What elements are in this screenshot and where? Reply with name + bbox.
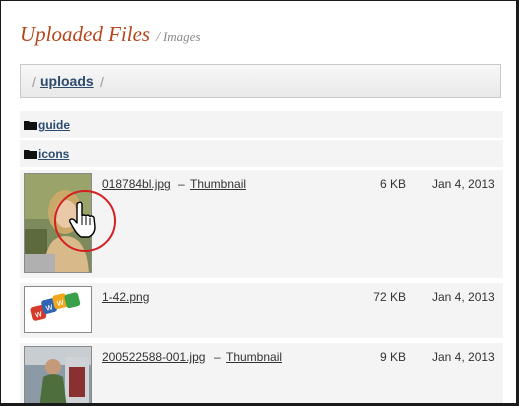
page-title: Uploaded Files <box>20 22 151 46</box>
file-row: w w w 1-42.png 72 KB Jan 4, 2013 <box>20 283 503 338</box>
file-link[interactable]: 200522588-001.jpg <box>102 350 205 364</box>
breadcrumb-uploads-link[interactable]: uploads <box>40 73 94 89</box>
folder-icon <box>24 149 37 159</box>
file-date: Jan 4, 2013 <box>432 290 495 304</box>
folder-row-guide[interactable]: guide <box>20 111 503 138</box>
thumbnail-link[interactable]: Thumbnail <box>226 350 282 364</box>
page-header: Uploaded Files / Images <box>20 22 201 47</box>
file-size: 6 KB <box>379 177 406 191</box>
file-size: 9 KB <box>379 350 406 364</box>
folder-row-icons[interactable]: icons <box>20 140 503 167</box>
file-thumbnail-image[interactable] <box>24 346 92 403</box>
folder-link-guide[interactable]: guide <box>38 118 70 132</box>
file-size: 72 KB <box>373 290 406 304</box>
breadcrumb: / uploads / <box>20 64 501 98</box>
file-link[interactable]: 018784bl.jpg <box>102 177 171 191</box>
page-subtitle: Images <box>162 29 201 44</box>
folder-link-icons[interactable]: icons <box>38 147 69 161</box>
folder-icon <box>24 120 37 130</box>
breadcrumb-trailing-slash: / <box>100 74 104 90</box>
thumbnail-link[interactable]: Thumbnail <box>190 177 246 191</box>
file-dash: – <box>178 177 185 191</box>
file-row: 200522588-001.jpg – Thumbnail 9 KB Jan 4… <box>20 343 503 403</box>
file-link[interactable]: 1-42.png <box>102 290 149 304</box>
window-frame: Uploaded Files / Images / uploads / guide … <box>0 0 519 406</box>
title-separator: / <box>156 30 160 45</box>
breadcrumb-leading-slash: / <box>32 74 36 90</box>
file-thumbnail-image[interactable]: w w w <box>24 286 92 333</box>
file-date: Jan 4, 2013 <box>432 177 495 191</box>
file-dash: – <box>214 350 221 364</box>
file-date: Jan 4, 2013 <box>432 350 495 364</box>
hand-pointer-icon <box>69 201 99 239</box>
